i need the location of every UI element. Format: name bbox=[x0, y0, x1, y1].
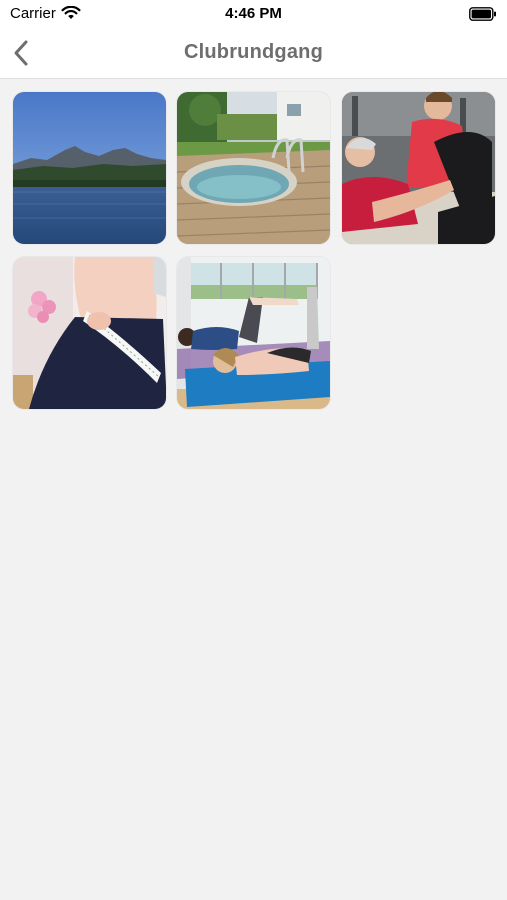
battery-icon bbox=[469, 7, 496, 21]
gallery-photo-training[interactable] bbox=[342, 92, 495, 244]
gallery-photo-pilates[interactable] bbox=[177, 257, 330, 409]
navigation-bar: Clubrundgang bbox=[0, 28, 507, 79]
page-title: Clubrundgang bbox=[183, 41, 324, 63]
waist-measuring-photo bbox=[13, 257, 166, 409]
gallery-photo-pool[interactable] bbox=[177, 92, 330, 244]
fitness-training-photo bbox=[342, 92, 495, 244]
status-time: 4:46 PM bbox=[225, 5, 282, 22]
mountain-lake-photo bbox=[13, 92, 166, 244]
gallery-photo-measuring[interactable] bbox=[13, 257, 166, 409]
pilates-class-photo bbox=[177, 257, 330, 409]
status-bar: Carrier 4:46 PM bbox=[0, 0, 507, 28]
gallery-photo-lake[interactable] bbox=[13, 92, 166, 244]
outdoor-pool-photo bbox=[177, 92, 330, 244]
